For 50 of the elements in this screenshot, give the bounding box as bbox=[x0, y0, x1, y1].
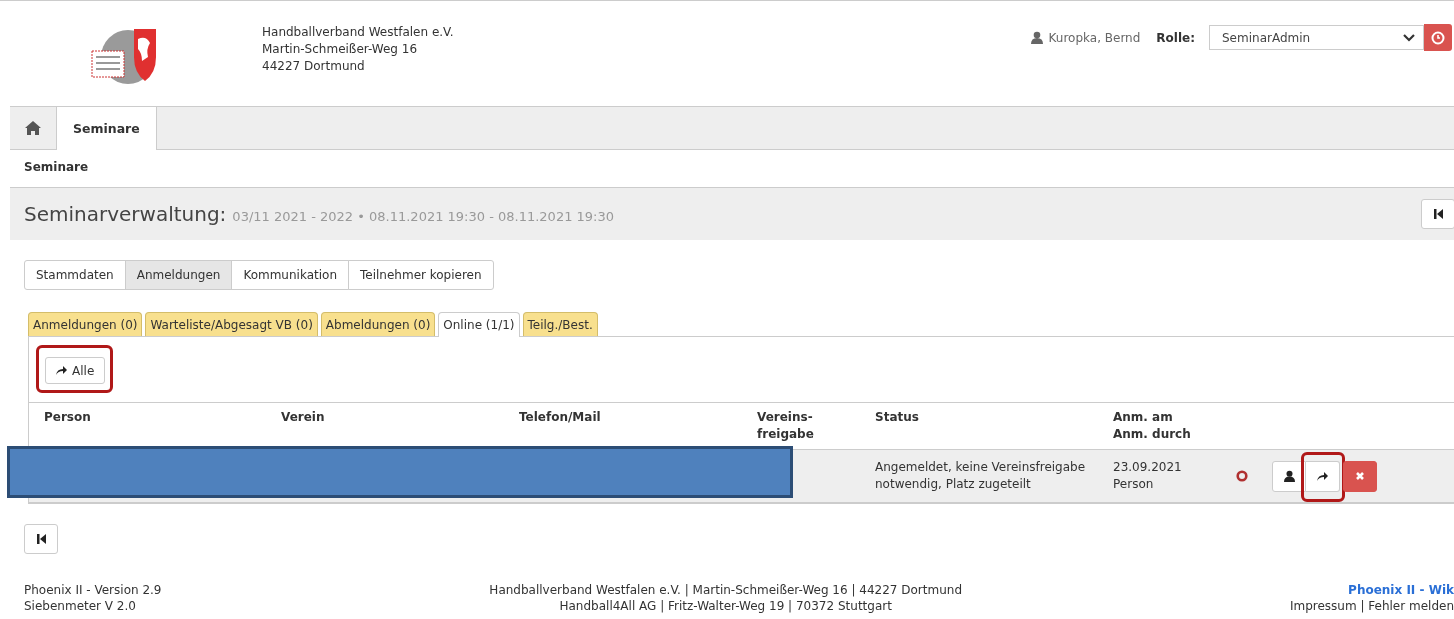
registration-date: 23.09.2021 bbox=[1113, 459, 1183, 476]
skip-first-icon bbox=[1433, 209, 1443, 219]
section-tab[interactable]: Anmeldungen bbox=[124, 260, 233, 290]
skip-first-icon bbox=[36, 534, 46, 544]
person-icon bbox=[1283, 470, 1295, 482]
section-tab[interactable]: Stammdaten bbox=[24, 260, 126, 290]
home-icon bbox=[25, 121, 41, 135]
footer-links: Impressum | Fehler melden bbox=[1289, 599, 1454, 613]
breadcrumb: Seminare bbox=[24, 160, 89, 174]
person-icon bbox=[1030, 31, 1043, 44]
delete-button[interactable] bbox=[1343, 460, 1377, 492]
forward-arrow-icon bbox=[1317, 471, 1328, 481]
role-dropdown[interactable]: SeminarAdmin bbox=[1209, 25, 1424, 50]
version-text: Phoenix II - Version 2.9 bbox=[24, 582, 162, 598]
clock-icon bbox=[1431, 30, 1445, 45]
clock-button[interactable] bbox=[1424, 24, 1452, 51]
column-header: Status bbox=[875, 409, 920, 426]
column-header: Telefon/Mail bbox=[519, 409, 602, 426]
person-button[interactable] bbox=[1272, 460, 1306, 492]
page-subtitle: 03/11 2021 - 2022 • 08.11.2021 19:30 - 08.11.2021 19:30 bbox=[232, 209, 615, 224]
address-line: Martin-Schmeißer-Weg 16 bbox=[262, 41, 419, 58]
forward-arrow-icon bbox=[56, 366, 67, 375]
sub-tab[interactable]: Online (1/1) bbox=[438, 312, 520, 337]
all-button[interactable]: Alle bbox=[45, 357, 106, 384]
version-text: Siebenmeter V 2.0 bbox=[24, 598, 137, 614]
first-page-button[interactable] bbox=[1421, 199, 1454, 229]
wiki-link[interactable]: Phoenix II - Wik bbox=[1348, 583, 1454, 597]
footer-address: Handballverband Westfalen e.V. | Martin-Schmeißer-Weg 16 | 44227 Dortmund bbox=[489, 582, 963, 598]
sub-tab[interactable]: Warteliste/Abgesagt VB (0) bbox=[145, 312, 318, 336]
section-tab[interactable]: Kommunikation bbox=[231, 260, 349, 290]
close-icon bbox=[1355, 471, 1365, 481]
address-line: 44227 Dortmund bbox=[262, 58, 366, 75]
registered-by: Person bbox=[1113, 476, 1155, 493]
column-header: Anm. am Anm. durch bbox=[1113, 409, 1192, 443]
footer-address: Handball4All AG | Fritz-Walter-Weg 19 | 70372 Stuttgart bbox=[558, 598, 893, 614]
section-tab[interactable]: Teilnehmer kopieren bbox=[348, 260, 494, 290]
first-page-button[interactable] bbox=[24, 524, 58, 554]
chevron-down-icon bbox=[1403, 33, 1415, 42]
column-header: Vereins- freigabe bbox=[757, 409, 815, 443]
sub-tab[interactable]: Abmeldungen (0) bbox=[320, 312, 436, 336]
role-label: Rolle: bbox=[1156, 30, 1195, 45]
column-header: Person bbox=[44, 409, 92, 426]
sub-tab[interactable]: Anmeldungen (0) bbox=[28, 312, 143, 336]
nav-tab[interactable]: Seminare bbox=[56, 107, 157, 150]
status-cell-text: Angemeldet, keine Vereinsfreigabe notwendig, Platz zugeteilt bbox=[875, 459, 1087, 493]
sub-tab[interactable]: Teilg./Best. bbox=[522, 312, 598, 336]
address-line: Handballverband Westfalen e.V. bbox=[262, 24, 454, 41]
page-title: Seminarverwaltung: bbox=[24, 202, 227, 226]
user-name: Kuropka, Bernd bbox=[1048, 30, 1141, 45]
column-header: Verein bbox=[281, 409, 326, 426]
